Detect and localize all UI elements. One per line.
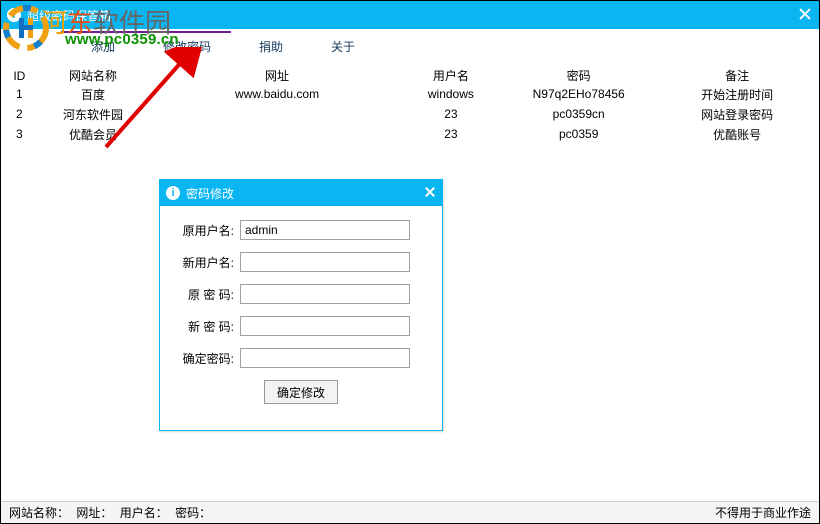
old-user-input[interactable] [240, 220, 410, 240]
cell-user: 23 [400, 124, 502, 144]
new-pass-label: 新 密 码: [174, 318, 234, 335]
cell-user: windows [400, 84, 502, 104]
menu-donate[interactable]: 捐助 [259, 38, 283, 55]
status-user-label: 用户名： [120, 506, 168, 520]
divider [61, 31, 231, 33]
cell-remark: 网站登录密码 [655, 104, 819, 124]
confirm-pass-input[interactable] [240, 348, 410, 368]
close-icon[interactable] [424, 186, 434, 198]
menubar: 添加 修改密码 捐助 关于 [1, 29, 819, 63]
window-title: 超级密码保管箱 [27, 7, 111, 24]
titlebar: i 超级密码保管箱 [1, 1, 819, 29]
table-row[interactable]: 2 河东软件园 23 pc0359cn 网站登录密码 [1, 104, 819, 124]
table-row[interactable]: 3 优酷会员 23 pc0359 优酷账号 [1, 124, 819, 144]
cell-pass: pc0359cn [502, 104, 655, 124]
old-user-label: 原用户名: [174, 222, 234, 239]
cell-url: www.baidu.com [154, 84, 399, 104]
cell-remark: 优酷账号 [655, 124, 819, 144]
cell-pass: N97q2EHo78456 [502, 84, 655, 104]
statusbar: 网站名称： 网址： 用户名： 密码： 不得用于商业作途 [1, 501, 819, 523]
dialog-titlebar: i 密码修改 [160, 180, 442, 206]
new-pass-input[interactable] [240, 316, 410, 336]
menu-about[interactable]: 关于 [331, 38, 355, 55]
col-id: ID [1, 63, 32, 84]
dialog-body: 原用户名: 新用户名: 原 密 码: 新 密 码: 确定密码: [160, 206, 442, 404]
menu-add[interactable]: 添加 [91, 38, 115, 55]
new-user-input[interactable] [240, 252, 410, 272]
new-user-label: 新用户名: [174, 254, 234, 271]
statusbar-left: 网站名称： 网址： 用户名： 密码： [9, 504, 215, 521]
change-password-dialog: i 密码修改 原用户名: 新用户名: 原 密 码: 新 密 码: [159, 179, 443, 431]
menu-change-password[interactable]: 修改密码 [163, 38, 211, 55]
cell-url [154, 124, 399, 144]
cell-id: 1 [1, 84, 32, 104]
cell-id: 2 [1, 104, 32, 124]
statusbar-right: 不得用于商业作途 [715, 504, 811, 521]
table-row[interactable]: 1 百度 www.baidu.com windows N97q2EHo78456… [1, 84, 819, 104]
cell-user: 23 [400, 104, 502, 124]
col-user: 用户名 [400, 63, 502, 84]
content-area: ID 网站名称 网址 用户名 密码 备注 1 百度 www.baidu.com … [1, 63, 819, 501]
cell-site: 河东软件园 [32, 104, 155, 124]
cell-site: 优酷会员 [32, 124, 155, 144]
old-pass-label: 原 密 码: [174, 286, 234, 303]
cell-pass: pc0359 [502, 124, 655, 144]
status-url-label: 网址： [76, 506, 112, 520]
info-icon: i [7, 8, 21, 22]
close-icon[interactable] [799, 7, 809, 19]
col-site: 网站名称 [32, 63, 155, 84]
cell-remark: 开始注册时间 [655, 84, 819, 104]
app-window: 河东软件园 www.pc0359.cn i 超级密码保管箱 添加 修改密码 捐助… [0, 0, 820, 524]
old-pass-input[interactable] [240, 284, 410, 304]
confirm-pass-label: 确定密码: [174, 350, 234, 367]
table-header: ID 网站名称 网址 用户名 密码 备注 [1, 63, 819, 84]
status-pass-label: 密码： [175, 506, 211, 520]
password-table: ID 网站名称 网址 用户名 密码 备注 1 百度 www.baidu.com … [1, 63, 819, 144]
col-remark: 备注 [655, 63, 819, 84]
confirm-change-button[interactable]: 确定修改 [264, 380, 338, 404]
cell-id: 3 [1, 124, 32, 144]
cell-site: 百度 [32, 84, 155, 104]
col-url: 网址 [154, 63, 399, 84]
col-pass: 密码 [502, 63, 655, 84]
status-site-label: 网站名称： [9, 506, 69, 520]
info-icon: i [166, 186, 180, 200]
dialog-title: 密码修改 [186, 185, 234, 202]
cell-url [154, 104, 399, 124]
